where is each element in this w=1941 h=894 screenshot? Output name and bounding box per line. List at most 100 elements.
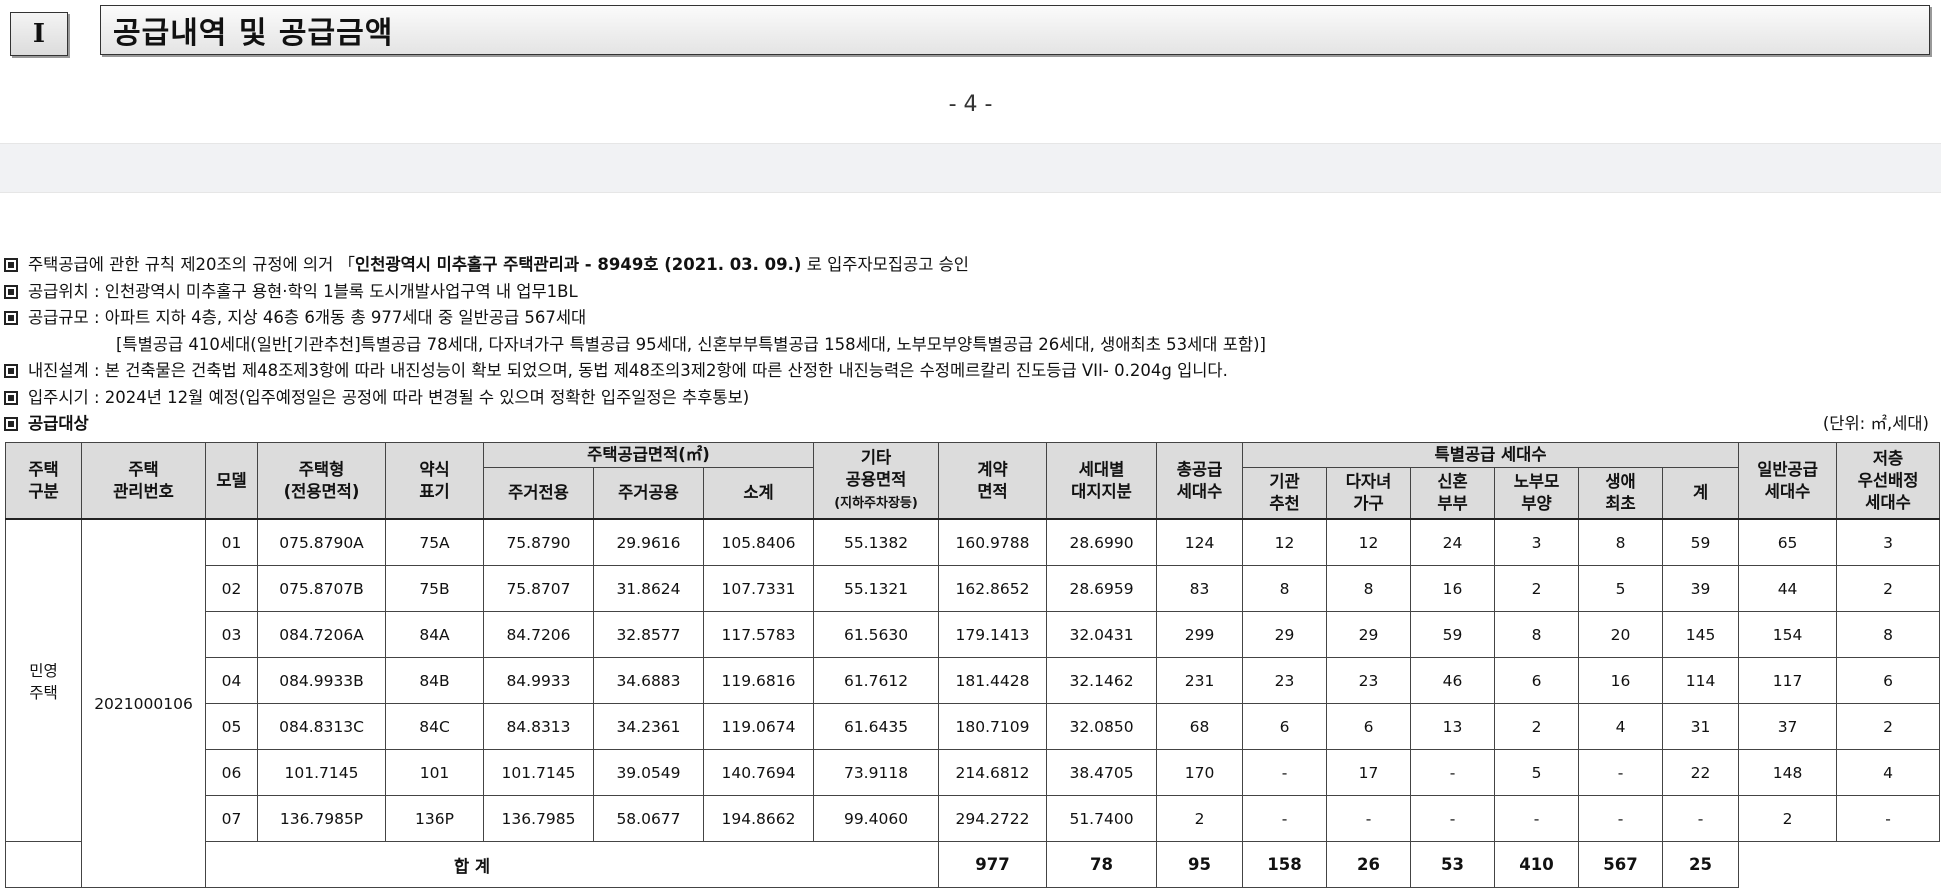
table-row: 03 084.7206A 84A 84.7206 32.8577 117.5783 61.5…	[6, 611, 1941, 658]
cell-mgmt-no: 2021000106	[81, 518, 206, 888]
cell-sp-sum: 59	[1662, 518, 1740, 566]
cell-common: 29.9616	[593, 518, 704, 566]
cell-htype: 075.8790A	[257, 518, 386, 566]
cell-land: 32.0431	[1046, 611, 1158, 658]
cell-contract: 179.1413	[938, 611, 1048, 658]
cell-inst: 6	[1242, 703, 1328, 750]
col-sp-institution: 기관 추천	[1242, 467, 1328, 520]
cell-total: 299	[1156, 611, 1244, 658]
col-sp-sum: 계	[1662, 467, 1740, 520]
section-header: I 공급내역 및 공급금액 - 4 -	[0, 0, 1941, 140]
cell-low: 8	[1836, 611, 1941, 658]
cell-htype: 075.8707B	[257, 565, 386, 612]
cell-other: 73.9118	[813, 749, 940, 796]
cell-land: 51.7400	[1046, 795, 1158, 842]
cell-htype: 136.7985P	[257, 795, 386, 842]
col-land-share: 세대별 대지지분	[1046, 442, 1158, 520]
col-sp-newlywed: 신혼 부부	[1410, 467, 1496, 520]
cell-general: 37	[1738, 703, 1838, 750]
cell-general: 117	[1738, 657, 1838, 704]
cell-common: 34.6883	[593, 657, 704, 704]
supply-table: 주택 구분 주택 관리번호 모델 주택형 (전용면적) 약식 표기 주택공급면적(㎡) …	[4, 442, 1941, 888]
col-other-common: 기타 공용면적 (지하주차장등)	[813, 442, 940, 520]
square-bullet-icon	[4, 284, 18, 299]
square-bullet-icon	[4, 364, 18, 378]
cell-newly: 24	[1410, 518, 1496, 566]
cell-contract: 180.7109	[938, 703, 1048, 750]
total-label: 합 계	[4, 841, 940, 888]
cell-low: 6	[1836, 657, 1941, 704]
col-general-supply: 일반공급 세대수	[1738, 442, 1838, 520]
cell-low: 3	[1836, 518, 1941, 566]
cell-common: 34.2361	[593, 703, 704, 750]
cell-multi: 8	[1326, 565, 1412, 612]
notice-location: 공급위치 : 인천광역시 미추홀구 용현·학익 1블록 도시개발사업구역 내 업…	[4, 279, 1934, 306]
cell-first: 5	[1578, 565, 1664, 612]
cell-contract: 294.2722	[938, 795, 1048, 842]
cell-htype: 084.8313C	[257, 703, 386, 750]
cell-newly: 13	[1410, 703, 1496, 750]
section-number: I	[10, 12, 68, 56]
col-area-subtotal: 소계	[702, 467, 815, 520]
cell-low: 4	[1836, 749, 1941, 796]
cell-model: 06	[205, 749, 258, 796]
cell-private: 75.8790	[483, 518, 594, 566]
cell-other: 55.1321	[813, 565, 940, 612]
cell-htype: 101.7145	[257, 749, 386, 796]
col-model: 모델	[205, 442, 258, 520]
cell-inst: 12	[1242, 518, 1328, 566]
total-sp-sum: 410	[1494, 841, 1580, 888]
cell-sp-sum: 39	[1662, 565, 1740, 612]
cell-model: 03	[205, 611, 258, 658]
cell-inst: 29	[1242, 611, 1328, 658]
cell-elder: 8	[1494, 611, 1580, 658]
cell-elder: 2	[1494, 703, 1580, 750]
cell-other: 99.4060	[813, 795, 940, 842]
cell-abbr: 136P	[385, 795, 484, 842]
cell-subtotal: 194.8662	[702, 795, 815, 842]
table-row: 07 136.7985P 136P 136.7985 58.0677 194.8662 99…	[6, 795, 1941, 842]
page-separator-band	[0, 143, 1941, 193]
notice-approval: 주택공급에 관한 규칙 제20조의 규정에 의거 「인천광역시 미추홀구 주택관…	[4, 252, 1934, 279]
cell-abbr: 75B	[385, 565, 484, 612]
cell-low: 2	[1836, 565, 1941, 612]
cell-first: 8	[1578, 518, 1664, 566]
cell-other: 61.7612	[813, 657, 940, 704]
cell-first: 4	[1578, 703, 1664, 750]
square-bullet-icon	[4, 390, 18, 405]
cell-land: 32.1462	[1046, 657, 1158, 704]
col-sp-first-time: 생애 최초	[1578, 467, 1664, 520]
cell-other: 61.6435	[813, 703, 940, 750]
cell-subtotal: 140.7694	[702, 749, 815, 796]
cell-elder: -	[1494, 795, 1580, 842]
cell-elder: 3	[1494, 518, 1580, 566]
cell-abbr: 101	[385, 749, 484, 796]
cell-general: 44	[1738, 565, 1838, 612]
col-sp-elderly: 노부모 부양	[1494, 467, 1580, 520]
cell-common: 58.0677	[593, 795, 704, 842]
col-sp-multichild: 다자녀 가구	[1326, 467, 1412, 520]
total-elder: 26	[1326, 841, 1412, 888]
cell-newly: -	[1410, 795, 1496, 842]
cell-first: -	[1578, 795, 1664, 842]
cell-abbr: 84A	[385, 611, 484, 658]
cell-multi: 23	[1326, 657, 1412, 704]
cell-private: 84.9933	[483, 657, 594, 704]
total-newly: 158	[1242, 841, 1328, 888]
total-general: 567	[1578, 841, 1664, 888]
col-housing-type: 주택형 (전용면적)	[257, 442, 386, 520]
cell-newly: 16	[1410, 565, 1496, 612]
cell-multi: -	[1326, 795, 1412, 842]
cell-contract: 181.4428	[938, 657, 1048, 704]
cell-contract: 162.8652	[938, 565, 1048, 612]
cell-inst: -	[1242, 795, 1328, 842]
cell-abbr: 75A	[385, 518, 484, 566]
table-row: 민영 주택 2021000106 01 075.8790A 75A 75.8790 29.…	[5, 518, 1941, 888]
cell-other: 55.1382	[813, 518, 940, 566]
cell-low: -	[1836, 795, 1941, 842]
cell-model: 02	[205, 565, 258, 612]
cell-inst: 23	[1242, 657, 1328, 704]
cell-inst: -	[1242, 749, 1328, 796]
cell-total: 68	[1156, 703, 1244, 750]
cell-private: 136.7985	[483, 795, 594, 842]
